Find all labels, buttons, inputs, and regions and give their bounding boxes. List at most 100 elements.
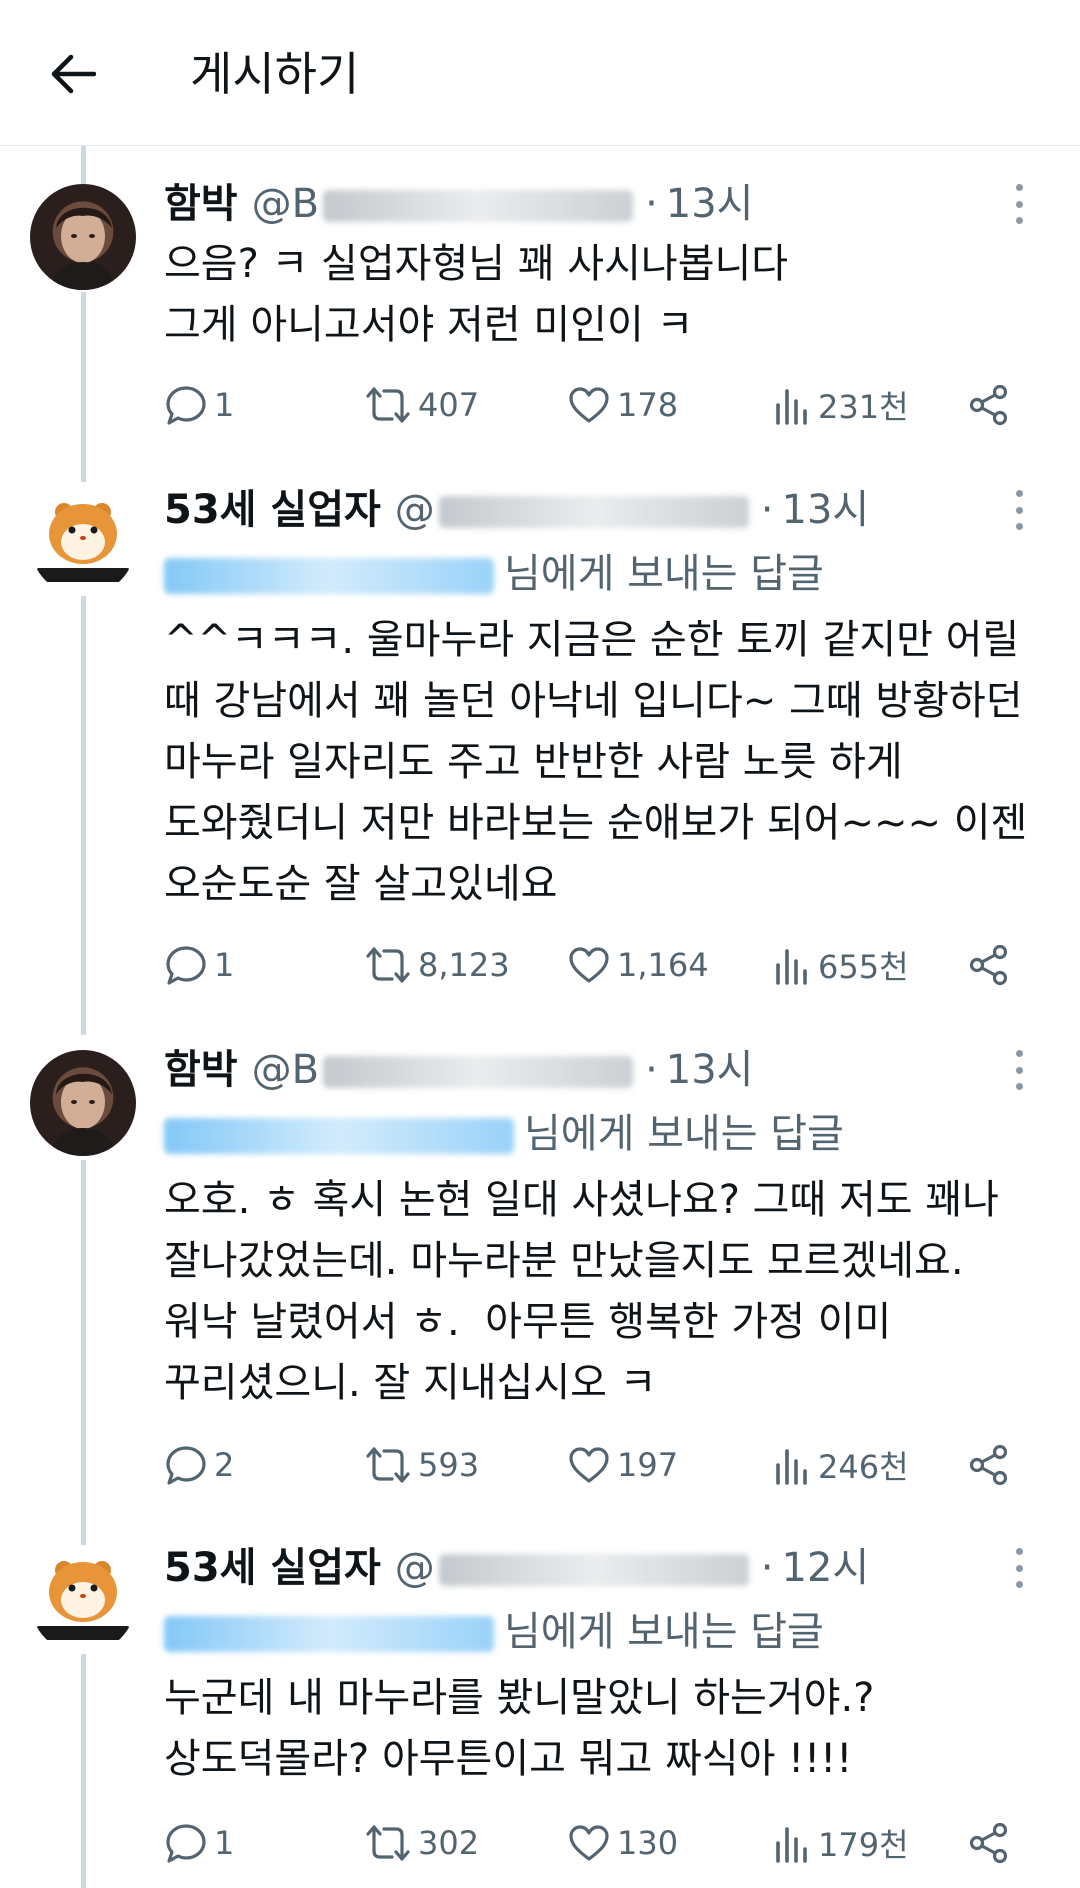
user-handle[interactable]: @	[395, 482, 753, 538]
heart-icon	[569, 387, 609, 423]
tweet-actions: 1 407 178 231천	[164, 380, 1024, 430]
avatar[interactable]	[30, 184, 136, 290]
avatar[interactable]	[30, 1548, 136, 1654]
profile-photo-icon	[50, 1073, 116, 1156]
mention-link[interactable]	[164, 1616, 494, 1652]
repost-count: 302	[418, 1824, 480, 1862]
more-options-button[interactable]	[1004, 1050, 1034, 1090]
share-nodes-icon	[969, 944, 1008, 986]
speech-bubble-icon	[166, 946, 206, 985]
hamster-logo-icon	[36, 503, 130, 582]
repost-arrows-icon	[366, 947, 410, 983]
more-options-button[interactable]	[1004, 184, 1034, 224]
separator-dot: ·	[645, 181, 658, 227]
reply-count: 1	[214, 386, 235, 424]
timestamp[interactable]: 13시	[782, 482, 870, 538]
share-nodes-icon	[969, 1444, 1008, 1486]
thread-connector-line	[81, 292, 86, 482]
like-count: 130	[617, 1824, 679, 1862]
avatar[interactable]	[30, 490, 136, 596]
display-name[interactable]: 함박	[164, 176, 238, 232]
tweet-header: 함박 @B · 13시	[164, 176, 753, 232]
user-handle[interactable]: @B	[252, 176, 637, 232]
tweet-text: 오호. ㅎ 혹시 논현 일대 사셨나요? 그때 저도 꽤나 잘나갔었는데. 마누…	[164, 1177, 999, 1406]
like-count: 1,164	[617, 946, 709, 984]
reply-context: 님에게 보내는 답글	[164, 1106, 844, 1162]
more-options-button[interactable]	[1004, 490, 1034, 530]
reply-context: 님에게 보내는 답글	[164, 546, 824, 602]
repost-count: 593	[418, 1446, 480, 1484]
like-button[interactable]: 178	[567, 380, 678, 430]
like-count: 178	[617, 386, 679, 424]
bar-chart-icon	[776, 949, 807, 985]
page-title: 게시하기	[190, 47, 360, 101]
mention-link[interactable]	[164, 558, 494, 594]
tweet-actions: 2 593 197 246천	[164, 1440, 1024, 1490]
reply-button[interactable]: 2	[164, 1440, 234, 1490]
repost-arrows-icon	[366, 1447, 410, 1483]
repost-button[interactable]: 8,123	[364, 940, 510, 990]
profile-photo-icon	[50, 207, 116, 290]
tweet-header: 53세 실업자 @ · 13시	[164, 482, 869, 538]
user-handle[interactable]: @B	[252, 1042, 637, 1098]
tweet-header: 53세 실업자 @ · 12시	[164, 1540, 869, 1596]
redacted-handle	[323, 190, 634, 222]
repost-button[interactable]: 593	[364, 1440, 479, 1490]
views-button[interactable]: 655천	[772, 940, 909, 990]
tweet-actions: 1 8,123 1,164 655천	[164, 940, 1024, 990]
share-button[interactable]	[967, 1818, 1017, 1868]
bar-chart-icon	[776, 389, 807, 425]
timestamp[interactable]: 13시	[666, 1042, 754, 1098]
share-nodes-icon	[969, 1822, 1008, 1864]
repost-count: 8,123	[418, 946, 510, 984]
speech-bubble-icon	[166, 1824, 206, 1863]
view-count: 179천	[818, 1826, 909, 1864]
bar-chart-icon	[776, 1449, 807, 1485]
reply-button[interactable]: 1	[164, 940, 234, 990]
separator-dot: ·	[760, 487, 774, 533]
share-button[interactable]	[967, 940, 1017, 990]
reply-button[interactable]: 1	[164, 380, 234, 430]
like-button[interactable]: 130	[567, 1818, 678, 1868]
views-button[interactable]: 231천	[772, 380, 909, 430]
tweet-text: 으음? ㅋ 실업자형님 꽤 사시나봅니다 그게 아니고서야 저런 미인이 ㅋ	[164, 241, 789, 348]
thread-connector-line	[81, 590, 86, 1035]
repost-button[interactable]: 407	[364, 380, 479, 430]
tweet-actions: 1 302 130 179천	[164, 1818, 1024, 1868]
tweet-header: 함박 @B · 13시	[164, 1042, 753, 1098]
user-handle[interactable]: @	[395, 1540, 753, 1596]
repost-arrows-icon	[366, 1825, 410, 1861]
speech-bubble-icon	[166, 386, 206, 425]
avatar[interactable]	[30, 1050, 136, 1156]
mention-link[interactable]	[164, 1118, 514, 1154]
hamster-logo-icon	[36, 1561, 130, 1640]
speech-bubble-icon	[166, 1446, 206, 1485]
redacted-handle	[323, 1056, 634, 1088]
display-name[interactable]: 53세 실업자	[164, 1540, 381, 1596]
back-button[interactable]	[44, 48, 102, 100]
separator-dot: ·	[645, 1047, 658, 1093]
more-options-button[interactable]	[1004, 1548, 1034, 1588]
views-button[interactable]: 246천	[772, 1440, 909, 1490]
display-name[interactable]: 53세 실업자	[164, 482, 381, 538]
reply-count: 2	[214, 1446, 235, 1484]
top-app-bar: 게시하기	[0, 0, 1080, 146]
repost-button[interactable]: 302	[364, 1818, 479, 1868]
timestamp[interactable]: 12시	[782, 1540, 870, 1596]
views-button[interactable]: 179천	[772, 1818, 909, 1868]
heart-icon	[569, 1825, 609, 1861]
redacted-handle	[438, 496, 749, 528]
share-button[interactable]	[967, 1440, 1017, 1490]
reply-button[interactable]: 1	[164, 1818, 234, 1868]
redacted-handle	[438, 1554, 749, 1586]
display-name[interactable]: 함박	[164, 1042, 238, 1098]
like-button[interactable]: 197	[567, 1440, 678, 1490]
like-button[interactable]: 1,164	[567, 940, 709, 990]
repost-arrows-icon	[366, 387, 410, 423]
heart-icon	[569, 1447, 609, 1483]
like-count: 197	[617, 1446, 679, 1484]
separator-dot: ·	[760, 1545, 774, 1591]
share-button[interactable]	[967, 380, 1017, 430]
timestamp[interactable]: 13시	[666, 176, 754, 232]
tweet-text: ^^ㅋㅋㅋ. 울마누라 지금은 순한 토끼 같지만 어릴 때 강남에서 꽤 놀던…	[164, 617, 1028, 907]
